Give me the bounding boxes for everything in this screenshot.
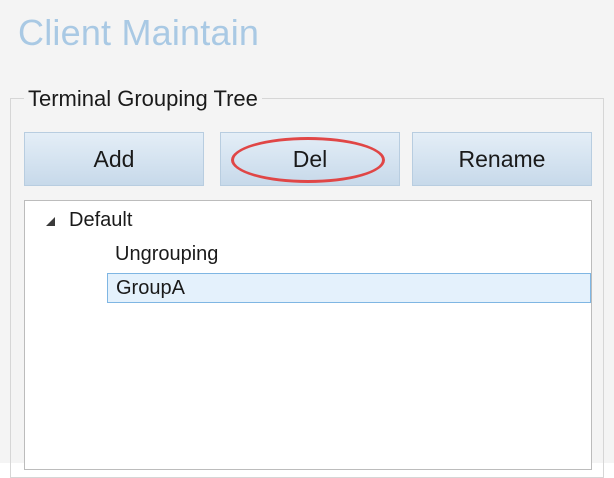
expanded-triangle-icon[interactable] (43, 214, 57, 228)
grouping-tree[interactable]: Default Ungrouping GroupA (24, 200, 592, 470)
tree-node-label: GroupA (116, 276, 185, 299)
tree-node-ungrouping[interactable]: Ungrouping (115, 243, 218, 266)
groupbox-title: Terminal Grouping Tree (24, 86, 262, 112)
tree-node-default[interactable]: Default (43, 209, 132, 232)
tree-node-groupa[interactable]: GroupA (107, 273, 591, 303)
app-title: Client Maintain (18, 12, 260, 53)
tree-node-label: Default (69, 209, 133, 231)
rename-button[interactable]: Rename (412, 132, 592, 186)
del-button[interactable]: Del (220, 132, 400, 186)
add-button[interactable]: Add (24, 132, 204, 186)
